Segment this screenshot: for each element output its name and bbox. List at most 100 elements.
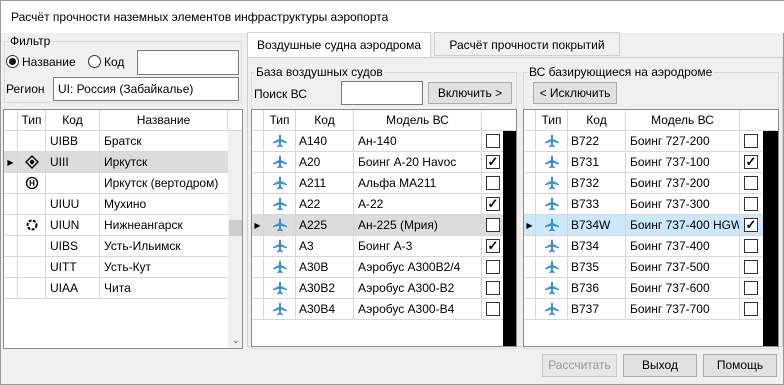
table-row[interactable]: A22 А-22 ✓: [252, 194, 516, 215]
exit-button[interactable]: Выход: [623, 354, 697, 377]
table-row[interactable]: ▶ B734W Боинг 737-400 HGW ✓: [524, 215, 778, 236]
tab-strength[interactable]: Расчёт прочности покрытий: [434, 32, 620, 56]
table-row[interactable]: B737 Боинг 737-700: [524, 299, 778, 320]
code-cell: [46, 173, 100, 194]
code-cell: UIUN: [46, 215, 100, 236]
table-row[interactable]: B734 Боинг 737-400: [524, 236, 778, 257]
airplane-icon: [544, 218, 560, 232]
col-type[interactable]: Тип: [18, 110, 46, 131]
airplane-icon: [544, 260, 560, 274]
scroll-down-icon[interactable]: ⌄: [232, 335, 240, 346]
name-cell: Иркутск (вертодром): [104, 176, 219, 190]
row-indicator: [524, 236, 536, 257]
row-indicator: [252, 131, 264, 152]
based-label: ВС базирующиеся на аэродроме: [527, 65, 715, 79]
airplane-icon: [272, 239, 288, 253]
code-cell: A211: [296, 173, 354, 194]
model-cell: Боинг 737-400 HGW: [626, 215, 740, 236]
table-row[interactable]: UIUN Нижнеангарск: [4, 215, 228, 236]
type-cell: [18, 131, 46, 152]
based-scroll-area: [763, 131, 778, 346]
code-cell: B737: [568, 299, 626, 320]
airplane-icon: [272, 134, 288, 148]
table-row[interactable]: B731 Боинг 737-100 ✓: [524, 152, 778, 173]
based-table: Тип Код Модель ВС B722 Боинг 727-200 B731 Б…: [523, 109, 779, 347]
table-row[interactable]: UIAA Чита: [4, 278, 228, 299]
airports-scrollbar[interactable]: ⌄: [228, 131, 242, 348]
help-button[interactable]: Помощь: [703, 354, 777, 377]
region-field[interactable]: UI: Россия (Забайкалье): [53, 77, 239, 101]
table-row[interactable]: H Иркутск (вертодром): [4, 173, 228, 194]
search-input[interactable]: [341, 81, 423, 105]
code-cell: UIBS: [46, 236, 100, 257]
include-checkbox[interactable]: ✓: [744, 218, 758, 232]
code-input[interactable]: [137, 50, 239, 75]
search-label: Поиск ВС: [254, 87, 307, 101]
table-row[interactable]: UITT Усть-Кут: [4, 257, 228, 278]
row-indicator: [524, 131, 536, 152]
name-cell: Нижнеангарск: [104, 218, 183, 232]
include-checkbox[interactable]: ✓: [486, 155, 500, 169]
include-checkbox[interactable]: ✓: [744, 155, 758, 169]
include-checkbox[interactable]: [486, 176, 500, 190]
exclude-button[interactable]: < Исключить: [533, 82, 617, 104]
tab-aircraft[interactable]: Воздушные судна аэродрома: [247, 32, 431, 58]
row-indicator: ▶: [252, 215, 264, 236]
table-row[interactable]: UIBB Братск: [4, 131, 228, 152]
include-checkbox[interactable]: [744, 281, 758, 295]
table-row[interactable]: B733 Боинг 737-300: [524, 194, 778, 215]
table-row[interactable]: A211 Альфа МА211: [252, 173, 516, 194]
table-row[interactable]: B722 Боинг 727-200: [524, 131, 778, 152]
include-checkbox[interactable]: [486, 302, 500, 316]
table-row[interactable]: B732 Боинг 737-200: [524, 173, 778, 194]
model-cell: Боинг 737-500: [626, 257, 740, 278]
col-code[interactable]: Код: [296, 110, 354, 131]
include-checkbox[interactable]: [744, 197, 758, 211]
table-row[interactable]: A140 Ан-140: [252, 131, 516, 152]
row-indicator: [4, 236, 18, 257]
model-cell: Боинг 727-200: [626, 131, 740, 152]
include-checkbox[interactable]: [744, 239, 758, 253]
radio-name[interactable]: [6, 55, 19, 68]
table-row[interactable]: A30B4 Аэробус A300-B4: [252, 299, 516, 320]
include-checkbox[interactable]: [486, 218, 500, 232]
row-indicator: ▶: [524, 215, 536, 236]
row-indicator: ▶: [4, 152, 18, 173]
include-checkbox[interactable]: [744, 260, 758, 274]
row-indicator: [252, 257, 264, 278]
col-name[interactable]: Название: [100, 110, 228, 131]
col-code[interactable]: Код: [46, 110, 100, 131]
table-row[interactable]: A3 Боинг А-3 ✓: [252, 236, 516, 257]
table-row[interactable]: B735 Боинг 737-500: [524, 257, 778, 278]
include-button[interactable]: Включить >: [428, 82, 512, 104]
table-row[interactable]: A30B2 Аэробус A300-B2: [252, 278, 516, 299]
include-checkbox[interactable]: [486, 281, 500, 295]
code-cell: UIII: [46, 152, 100, 173]
include-checkbox[interactable]: [486, 260, 500, 274]
radio-code[interactable]: [88, 55, 101, 68]
include-checkbox[interactable]: [744, 176, 758, 190]
code-cell: B731: [568, 152, 626, 173]
table-row[interactable]: UIUU Мухино: [4, 194, 228, 215]
include-checkbox[interactable]: [744, 302, 758, 316]
table-row[interactable]: ▶ UIII Иркутск: [4, 152, 228, 173]
include-checkbox[interactable]: ✓: [486, 197, 500, 211]
col-type[interactable]: Тип: [536, 110, 568, 131]
svg-text:H: H: [29, 179, 35, 188]
scrollbar-thumb[interactable]: [229, 220, 242, 236]
table-row[interactable]: UIBS Усть-Ильимск: [4, 236, 228, 257]
include-checkbox[interactable]: [744, 134, 758, 148]
include-checkbox[interactable]: [486, 134, 500, 148]
col-code[interactable]: Код: [568, 110, 626, 131]
col-model[interactable]: Модель ВС: [626, 110, 740, 131]
table-row[interactable]: A30B Аэробус A300B2/4: [252, 257, 516, 278]
heliport-icon: H: [18, 173, 46, 194]
table-row[interactable]: B736 Боинг 737-600: [524, 278, 778, 299]
calculate-button[interactable]: Рассчитать: [542, 354, 617, 377]
table-row[interactable]: A20 Боинг А-20 Havoc ✓: [252, 152, 516, 173]
col-type[interactable]: Тип: [264, 110, 296, 131]
code-cell: B732: [568, 173, 626, 194]
include-checkbox[interactable]: ✓: [486, 239, 500, 253]
col-model[interactable]: Модель ВС: [354, 110, 482, 131]
table-row[interactable]: ▶ A225 Ан-225 (Мрия): [252, 215, 516, 236]
